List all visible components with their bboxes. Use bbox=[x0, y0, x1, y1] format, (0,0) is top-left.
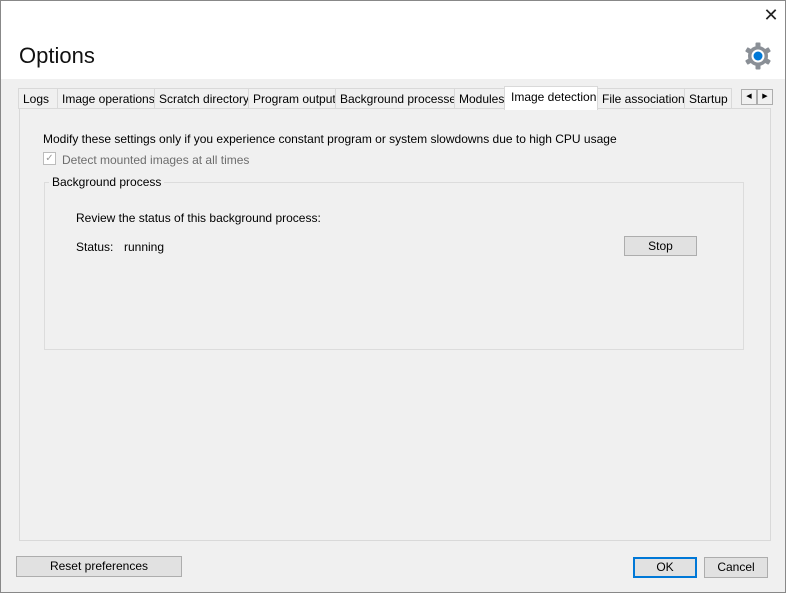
tab-scratch-directory[interactable]: Scratch directory bbox=[154, 88, 249, 109]
description-text: Modify these settings only if you experi… bbox=[43, 132, 617, 146]
background-process-group bbox=[44, 182, 744, 350]
tab-logs[interactable]: Logs bbox=[18, 88, 58, 109]
detect-mounted-checkbox[interactable]: ✓ bbox=[43, 152, 56, 165]
detect-mounted-label: Detect mounted images at all times bbox=[62, 153, 250, 167]
stop-button[interactable]: Stop bbox=[624, 236, 697, 256]
tab-image-detection[interactable]: Image detection bbox=[504, 86, 598, 110]
tab-program-output[interactable]: Program output bbox=[248, 88, 336, 109]
cancel-button[interactable]: Cancel bbox=[704, 557, 768, 578]
tab-background-processes[interactable]: Background processes bbox=[335, 88, 455, 109]
reset-preferences-button[interactable]: Reset preferences bbox=[16, 556, 182, 577]
status-value: running bbox=[124, 240, 165, 254]
tab-modules[interactable]: Modules bbox=[454, 88, 505, 109]
close-icon[interactable]: ✕ bbox=[761, 5, 781, 25]
title-bar: ✕ Options bbox=[1, 1, 785, 79]
tab-file-associations[interactable]: File associations bbox=[597, 88, 685, 109]
tab-startup[interactable]: Startup bbox=[684, 88, 732, 109]
gear-icon bbox=[745, 42, 771, 70]
tab-scroll-left-button[interactable]: ◀ bbox=[741, 89, 757, 105]
page-title: Options bbox=[19, 43, 95, 68]
tab-image-operations[interactable]: Image operations bbox=[57, 88, 155, 109]
status-label: Status: bbox=[76, 240, 114, 254]
review-text: Review the status of this background pro… bbox=[76, 211, 321, 225]
ok-button[interactable]: OK bbox=[633, 557, 697, 578]
tab-scroll-right-button[interactable]: ▶ bbox=[757, 89, 773, 105]
group-title: Background process bbox=[49, 175, 165, 189]
